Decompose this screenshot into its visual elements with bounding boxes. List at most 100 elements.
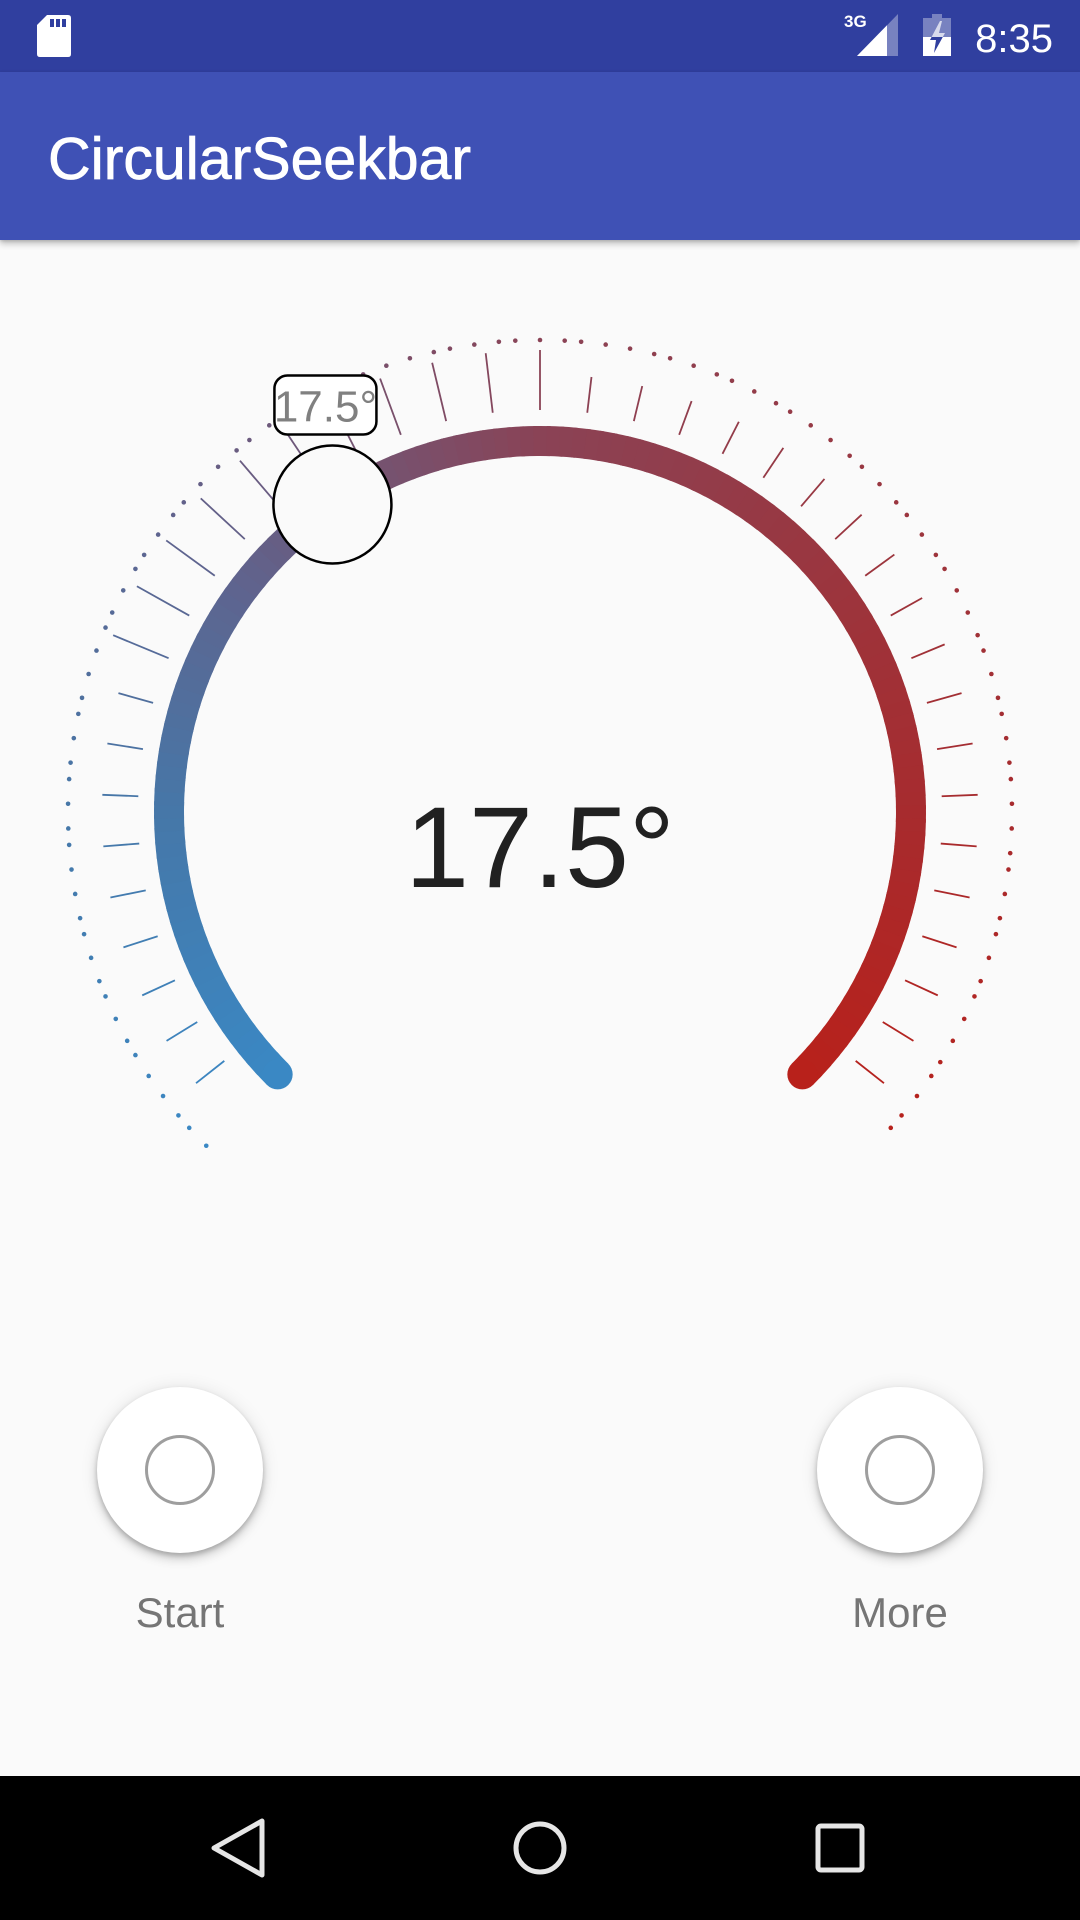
outer-dot-ring [65, 337, 1015, 1149]
dot-mark [170, 512, 176, 518]
dot-mark [496, 339, 502, 345]
dot-mark [808, 423, 814, 428]
dot-mark [1008, 776, 1014, 782]
dot-mark [691, 363, 696, 369]
dot-mark [103, 994, 108, 999]
dot-mark [537, 337, 543, 343]
dot-mark [65, 801, 71, 807]
dot-mark [68, 760, 73, 765]
tick-mark [166, 1021, 198, 1042]
dot-mark [1006, 867, 1011, 872]
more-button[interactable] [817, 1387, 983, 1553]
dot-mark [133, 566, 138, 572]
tick-mark-major [484, 353, 494, 413]
tick-mark [141, 979, 176, 997]
start-button[interactable] [97, 1387, 263, 1553]
nav-back-button[interactable] [158, 1776, 318, 1920]
status-bar: 3G 8:35 [0, 0, 1080, 72]
dot-mark [972, 994, 977, 999]
tick-mark-major [112, 634, 169, 659]
circle-outline-icon [145, 1435, 215, 1505]
dot-mark [72, 891, 78, 897]
recents-icon [815, 1823, 865, 1873]
nav-recents-button[interactable] [760, 1776, 920, 1920]
dot-mark [345, 378, 351, 384]
dot-mark [1009, 826, 1015, 831]
value-tooltip-text: 17.5° [274, 382, 377, 431]
dot-mark [995, 695, 1001, 701]
nav-home-button[interactable] [460, 1776, 620, 1920]
tick-mark [678, 400, 693, 436]
dot-mark [512, 338, 518, 343]
dot-mark [69, 867, 74, 872]
dot-mark [904, 512, 910, 518]
dot-mark [1002, 891, 1008, 897]
dot-mark [919, 532, 925, 537]
dot-mark [76, 711, 81, 717]
dot-mark [66, 776, 72, 782]
tick-mark [926, 692, 962, 704]
dot-mark [287, 409, 293, 415]
dot-mark [950, 1038, 956, 1044]
dot-mark [360, 372, 366, 377]
tick-mark [890, 597, 923, 617]
dot-mark [94, 648, 99, 653]
seekbar-track[interactable] [154, 426, 926, 1090]
dot-mark [914, 1093, 920, 1099]
track-end-cap [787, 1059, 818, 1090]
dot-mark [578, 339, 584, 345]
dot-mark [859, 464, 865, 470]
seekbar-value: 17.5° [405, 784, 675, 912]
tick-mark-major [165, 539, 216, 577]
tick-mark [632, 385, 644, 422]
tick-mark [936, 742, 973, 751]
dot-mark [942, 566, 947, 572]
tick-mark-major [200, 497, 246, 540]
sd-card-icon [37, 15, 71, 57]
tick-mark [586, 376, 593, 413]
navigation-bar [0, 1776, 1080, 1920]
dot-mark [155, 532, 161, 537]
tick-mark [762, 447, 785, 479]
tick-mark [800, 478, 826, 507]
status-time: 8:35 [975, 17, 1053, 61]
dot-mark [384, 363, 389, 369]
dot-mark [447, 346, 453, 351]
tick-mark [107, 742, 144, 751]
battery-charging-icon [923, 14, 951, 56]
dot-mark [301, 400, 307, 406]
dot-mark [323, 389, 329, 394]
dot-mark [773, 400, 779, 406]
dot-mark [961, 1016, 967, 1022]
dot-mark [88, 955, 94, 961]
dot-mark [954, 588, 960, 593]
dot-mark [109, 610, 115, 615]
dot-mark [937, 1059, 943, 1065]
dot-mark [847, 453, 852, 459]
dot-mark [975, 632, 980, 638]
tick-mark [922, 935, 957, 949]
dot-mark [81, 931, 87, 937]
dot-mark [120, 588, 126, 593]
more-label: More [852, 1589, 948, 1636]
dot-mark [877, 481, 882, 487]
seekbar-thumb[interactable] [272, 444, 393, 565]
dot-mark [627, 346, 633, 351]
tick-mark [195, 1060, 225, 1084]
dot-mark [981, 648, 986, 653]
tick-mark [882, 1021, 914, 1042]
dot-mark [729, 378, 735, 384]
tick-mark-major [136, 585, 190, 617]
dot-mark [651, 351, 657, 357]
tick-mark [102, 793, 139, 798]
dot-mark [933, 552, 939, 558]
dot-mark [993, 931, 999, 937]
tick-mark [911, 643, 946, 659]
home-icon [513, 1821, 567, 1875]
dot-mark [79, 695, 85, 701]
dot-mark [667, 355, 673, 361]
dot-mark [133, 1052, 138, 1058]
start-label: Start [135, 1589, 225, 1636]
back-icon [211, 1818, 265, 1878]
track-start-cap [262, 1059, 293, 1090]
